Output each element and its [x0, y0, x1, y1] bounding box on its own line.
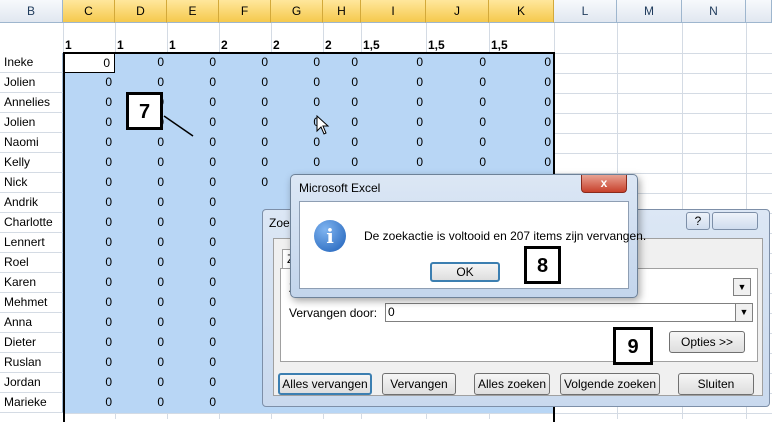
callout-7-arrow: [163, 115, 194, 137]
find-next-button[interactable]: Volgende zoeken: [560, 373, 660, 395]
find-dropdown-button[interactable]: ▼: [733, 278, 751, 296]
message-body: i De zoekactie is voltooid en 207 items …: [299, 201, 646, 289]
replace-with-input[interactable]: 0 ▼: [385, 303, 753, 322]
find-close-button[interactable]: [712, 212, 758, 230]
close-button[interactable]: Sluiten: [678, 373, 754, 395]
message-close-button[interactable]: x: [581, 175, 627, 193]
callout-9: 9: [613, 327, 653, 365]
chevron-down-icon: ▼: [739, 307, 749, 317]
find-all-button[interactable]: Alles zoeken: [474, 373, 550, 395]
replace-with-label: Vervangen door:: [289, 306, 378, 320]
help-button[interactable]: ?: [686, 212, 710, 230]
replace-dropdown-button[interactable]: ▼: [735, 304, 752, 321]
chevron-down-icon: ▼: [737, 282, 747, 292]
options-button[interactable]: Opties >>: [669, 331, 745, 353]
callout-8: 8: [524, 246, 561, 284]
replace-with-value: 0: [388, 305, 395, 319]
message-text: De zoekactie is voltooid en 207 items zi…: [364, 229, 647, 243]
message-box-title: Microsoft Excel: [299, 181, 381, 195]
message-box: Microsoft Excel x i De zoekactie is volt…: [290, 174, 646, 298]
close-icon: x: [600, 176, 608, 190]
replace-button[interactable]: Vervangen: [382, 373, 456, 395]
callout-7: 7: [126, 92, 163, 130]
info-icon: i: [314, 220, 346, 252]
ok-button[interactable]: OK: [430, 262, 500, 282]
help-icon: ?: [694, 214, 702, 228]
find-dialog-title: Zoe: [269, 216, 290, 230]
replace-all-button[interactable]: Alles vervangen: [278, 373, 372, 395]
